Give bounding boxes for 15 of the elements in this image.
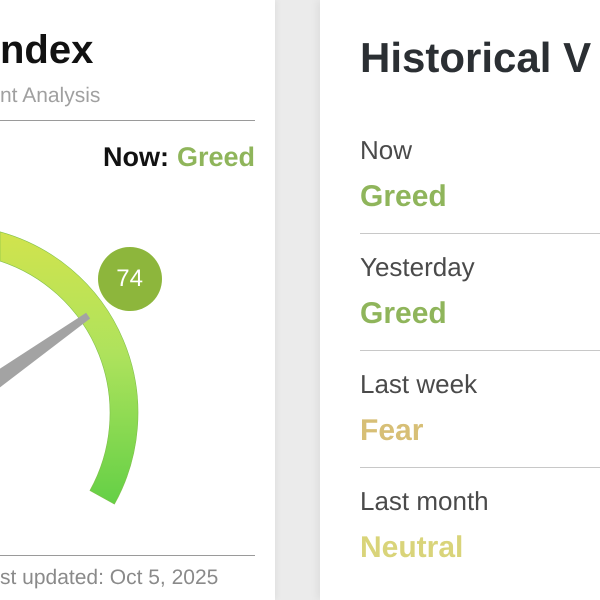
history-sentiment: Fear	[360, 414, 424, 448]
history-period: Yesterday	[360, 252, 476, 282]
now-sentiment: Greed	[176, 142, 255, 172]
now-label: Now:	[102, 142, 169, 172]
history-sentiment: Neutral	[360, 531, 464, 565]
card-title: ndex	[0, 28, 94, 72]
score-badge: 74	[98, 247, 162, 312]
history-period: Now	[360, 135, 414, 165]
last-updated-text: st updated: Oct 5, 2025	[0, 567, 220, 589]
history-sentiment: Greed	[360, 180, 448, 214]
history-period: Last month	[360, 486, 490, 516]
card-subtitle: nt Analysis	[0, 84, 102, 108]
card-title: Historical V	[360, 36, 592, 80]
history-sentiment: Greed	[360, 297, 448, 331]
history-period: Last week	[360, 369, 478, 399]
